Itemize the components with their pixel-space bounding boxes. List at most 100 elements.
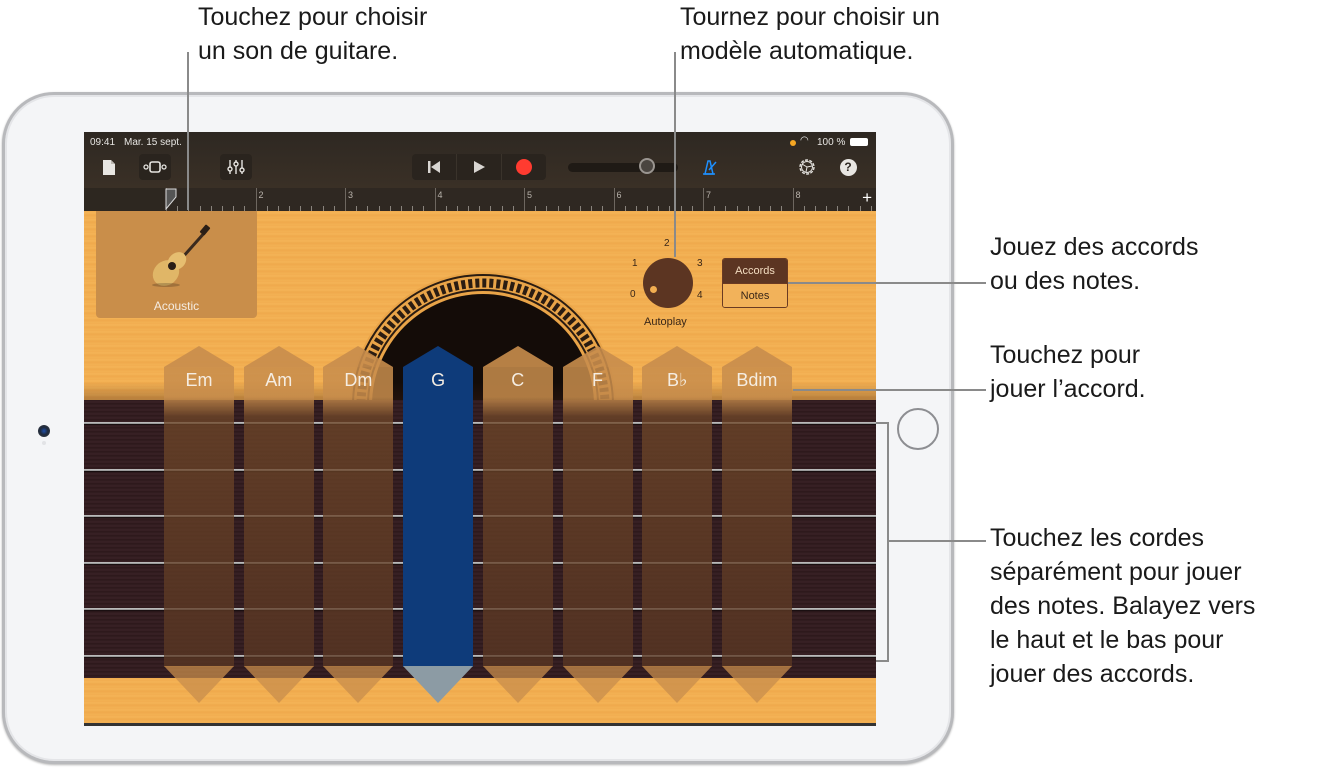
- leader-line-autoplay: [674, 52, 676, 257]
- play-button[interactable]: [457, 154, 502, 180]
- instrument-name: Acoustic: [153, 299, 200, 313]
- chord-tail: [403, 666, 474, 703]
- chords-notes-toggle: Accords Notes: [722, 258, 788, 308]
- chord-column: [562, 367, 633, 667]
- timeline-ruler[interactable]: + 12345678: [164, 188, 876, 211]
- ruler-bar-line: [524, 188, 525, 211]
- home-button[interactable]: [897, 408, 939, 450]
- autoplay-position-1[interactable]: 1: [632, 258, 638, 269]
- my-songs-button[interactable]: [96, 154, 122, 180]
- instrument-selector[interactable]: Acoustic: [96, 211, 257, 318]
- chord-strip-5[interactable]: F: [562, 346, 633, 703]
- chord-name: G: [431, 370, 446, 390]
- ruler-bar-number: 6: [616, 190, 622, 200]
- callout-chord: Touchez pour jouer l’accord.: [990, 341, 1146, 403]
- chord-tail: [482, 666, 553, 703]
- sliders-icon: [227, 160, 245, 174]
- chord-cap: [562, 346, 633, 367]
- chord-cap: [482, 346, 553, 367]
- rewind-button[interactable]: [412, 154, 457, 180]
- chord-strip-2[interactable]: Dm: [323, 346, 394, 703]
- chord-tail: [164, 666, 234, 703]
- battery-icon: [850, 138, 868, 146]
- chord-column: [482, 367, 553, 667]
- leader-line-instrument: [187, 52, 189, 210]
- status-time: 09:41: [90, 137, 116, 148]
- toggle-notes[interactable]: Notes: [723, 283, 787, 307]
- autoplay-position-2[interactable]: 2: [664, 238, 670, 249]
- chord-name: B♭: [666, 370, 688, 390]
- wifi-icon: ◠: [800, 135, 809, 146]
- leader-line-chord: [793, 389, 986, 391]
- go-to-beginning-icon: [428, 161, 440, 173]
- ruler-bar-number: 2: [258, 190, 264, 200]
- chord-column: [164, 367, 234, 667]
- callout-instrument: Touchez pour choisir un son de guitare.: [198, 3, 428, 65]
- knob-indicator: [650, 286, 657, 293]
- chord-strip-4[interactable]: C: [482, 346, 553, 703]
- browser-view-icon: [143, 161, 167, 173]
- record-button[interactable]: [502, 154, 546, 180]
- settings-icon: [799, 159, 815, 175]
- chord-strip-6[interactable]: B♭: [642, 346, 713, 703]
- help-icon: ?: [839, 158, 857, 176]
- bracket-vertical: [887, 422, 889, 662]
- ruler-bar-line: [255, 188, 257, 211]
- view-button[interactable]: [139, 154, 171, 180]
- chord-tail: [721, 666, 792, 703]
- leader-line-strings: [888, 540, 986, 542]
- playhead[interactable]: [164, 188, 178, 210]
- chord-strip-7[interactable]: Bdim: [721, 346, 792, 703]
- ruler-bar-line: [345, 188, 346, 211]
- chord-tail: [562, 666, 633, 703]
- settings-button[interactable]: [794, 154, 820, 180]
- autoplay-position-3[interactable]: 3: [697, 258, 703, 269]
- chord-cap: [642, 346, 713, 367]
- chord-column: [323, 367, 394, 667]
- add-section-button[interactable]: +: [862, 188, 872, 208]
- volume-slider[interactable]: [568, 163, 678, 172]
- autoplay-label: Autoplay: [644, 316, 687, 328]
- camera-icon: [38, 425, 50, 437]
- chord-cap: [243, 346, 314, 367]
- chord-strip-0[interactable]: Em: [164, 346, 234, 703]
- transport-controls: [412, 154, 546, 180]
- recording-indicator-dot: [790, 140, 796, 146]
- ruler-bar-number: 5: [527, 190, 533, 200]
- mixer-button[interactable]: [220, 154, 252, 180]
- autoplay-knob[interactable]: [643, 258, 693, 308]
- toggle-chords[interactable]: Accords: [723, 259, 787, 283]
- ruler-bar-line: [434, 188, 436, 211]
- ruler-bar-line: [792, 188, 794, 211]
- chord-cap: [323, 346, 394, 367]
- play-icon: [474, 161, 485, 173]
- chord-name: Em: [185, 370, 213, 390]
- chord-column: [642, 367, 713, 667]
- chord-tail: [243, 666, 314, 703]
- sensor: [42, 441, 46, 445]
- battery-percent: 100 %: [817, 137, 846, 148]
- chord-strip-3[interactable]: G: [403, 346, 474, 703]
- record-icon: [516, 159, 532, 175]
- ruler-bar-number: 3: [348, 190, 354, 200]
- callout-autoplay: Tournez pour choisir un modèle automatiq…: [680, 3, 940, 65]
- chord-name: Dm: [344, 370, 373, 390]
- chord-column: [721, 367, 792, 667]
- chord-tail: [323, 666, 394, 703]
- autoplay-position-4[interactable]: 4: [697, 290, 703, 301]
- metronome-button[interactable]: [696, 154, 722, 180]
- ruler-bar-line: [613, 188, 615, 211]
- chord-cap: [721, 346, 792, 367]
- help-button[interactable]: ?: [836, 154, 860, 180]
- status-date: Mar. 15 sept.: [124, 137, 182, 148]
- chord-tail: [642, 666, 713, 703]
- bracket-bottom: [876, 660, 888, 662]
- chord-strip-1[interactable]: Am: [243, 346, 314, 703]
- leader-line-mode: [788, 282, 986, 284]
- acoustic-guitar-icon: [152, 224, 211, 287]
- ruler-bar-number: 7: [706, 190, 712, 200]
- chord-name: C: [511, 370, 525, 390]
- chord-column: [403, 367, 474, 667]
- autoplay-position-0[interactable]: 0: [630, 289, 636, 300]
- chord-name: Am: [265, 370, 293, 390]
